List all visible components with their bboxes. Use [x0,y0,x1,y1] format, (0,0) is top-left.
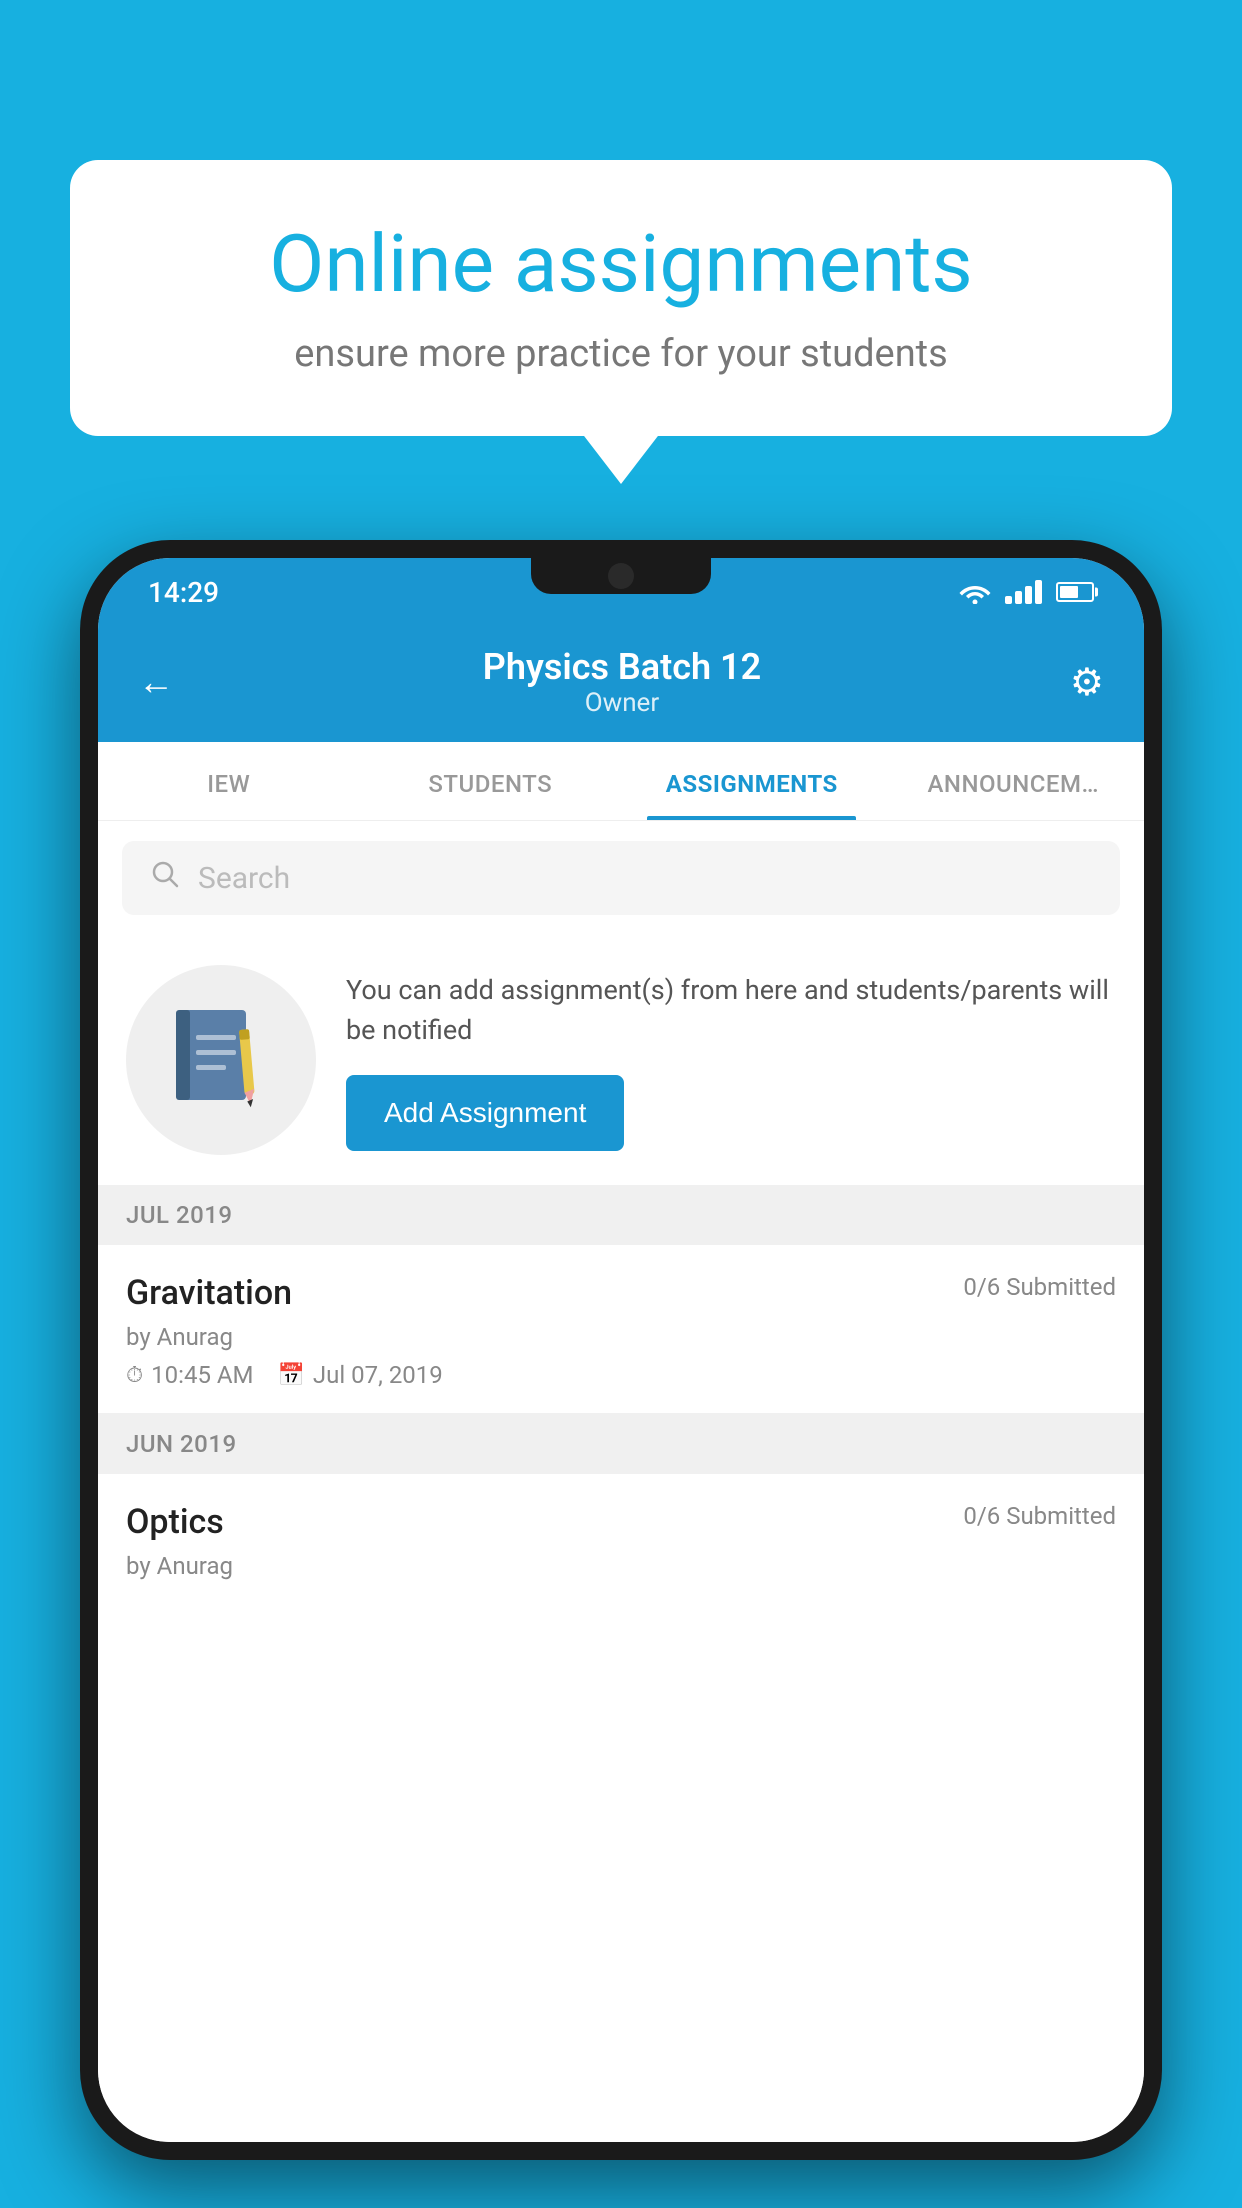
notebook-icon [171,1005,271,1115]
header-subtitle: Owner [483,688,761,718]
content-area: Search [98,821,1144,2142]
assignment-item-gravitation[interactable]: Gravitation 0/6 Submitted by Anurag ⏱ 10… [98,1245,1144,1414]
header-title: Physics Batch 12 [483,646,761,688]
assignment-meta-gravitation: ⏱ 10:45 AM 📅 Jul 07, 2019 [126,1361,1116,1389]
header-title-group: Physics Batch 12 Owner [483,646,761,718]
meta-time: ⏱ 10:45 AM [126,1361,254,1389]
clock-icon: ⏱ [126,1363,143,1388]
assignment-name-gravitation: Gravitation [126,1273,292,1313]
assignment-date: Jul 07, 2019 [313,1361,443,1389]
bubble-subtitle: ensure more practice for your students [140,332,1102,376]
phone-wrapper: 14:29 [80,540,1162,2208]
phone-outer: 14:29 [80,540,1162,2160]
search-bar-container: Search [98,821,1144,935]
assignment-promo: You can add assignment(s) from here and … [98,935,1144,1185]
tab-students[interactable]: STUDENTS [360,742,622,820]
app-header: ← Physics Batch 12 Owner ⚙ [98,626,1144,742]
assignment-item-header-optics: Optics 0/6 Submitted [126,1502,1116,1542]
promo-text-area: You can add assignment(s) from here and … [346,970,1116,1151]
add-assignment-button[interactable]: Add Assignment [346,1075,624,1151]
assignment-submitted-optics: 0/6 Submitted [963,1502,1116,1530]
battery-icon [1056,582,1094,602]
promo-description: You can add assignment(s) from here and … [346,970,1116,1051]
back-button[interactable]: ← [138,661,174,703]
tab-iew[interactable]: IEW [98,742,360,820]
search-bar[interactable]: Search [122,841,1120,915]
phone-screen: 14:29 [98,558,1144,2142]
status-icons [959,580,1094,604]
tabs-bar: IEW STUDENTS ASSIGNMENTS ANNOUNCEM… [98,742,1144,821]
assignment-item-optics[interactable]: Optics 0/6 Submitted by Anurag [98,1474,1144,1590]
search-icon [150,859,180,897]
promo-icon-circle [126,965,316,1155]
tab-assignments[interactable]: ASSIGNMENTS [621,742,883,820]
calendar-icon: 📅 [278,1363,305,1388]
meta-date: 📅 Jul 07, 2019 [278,1361,443,1389]
assignment-by-optics: by Anurag [126,1552,1116,1580]
speech-bubble: Online assignments ensure more practice … [70,160,1172,436]
tab-announcements[interactable]: ANNOUNCEM… [883,742,1145,820]
month-section-jul: JUL 2019 [98,1185,1144,1245]
assignment-time: 10:45 AM [151,1361,253,1389]
search-placeholder: Search [198,861,290,896]
status-time: 14:29 [148,576,219,609]
assignment-name-optics: Optics [126,1502,224,1542]
assignment-by-gravitation: by Anurag [126,1323,1116,1351]
settings-icon[interactable]: ⚙ [1070,660,1104,705]
phone-notch [531,558,711,594]
speech-bubble-container: Online assignments ensure more practice … [70,160,1172,436]
signal-icon [1005,580,1042,604]
battery-fill [1060,586,1078,598]
phone-camera [608,563,634,589]
bubble-title: Online assignments [140,220,1102,308]
month-section-jun: JUN 2019 [98,1414,1144,1474]
assignment-item-header: Gravitation 0/6 Submitted [126,1273,1116,1313]
wifi-icon [959,580,991,604]
assignment-submitted-gravitation: 0/6 Submitted [963,1273,1116,1301]
